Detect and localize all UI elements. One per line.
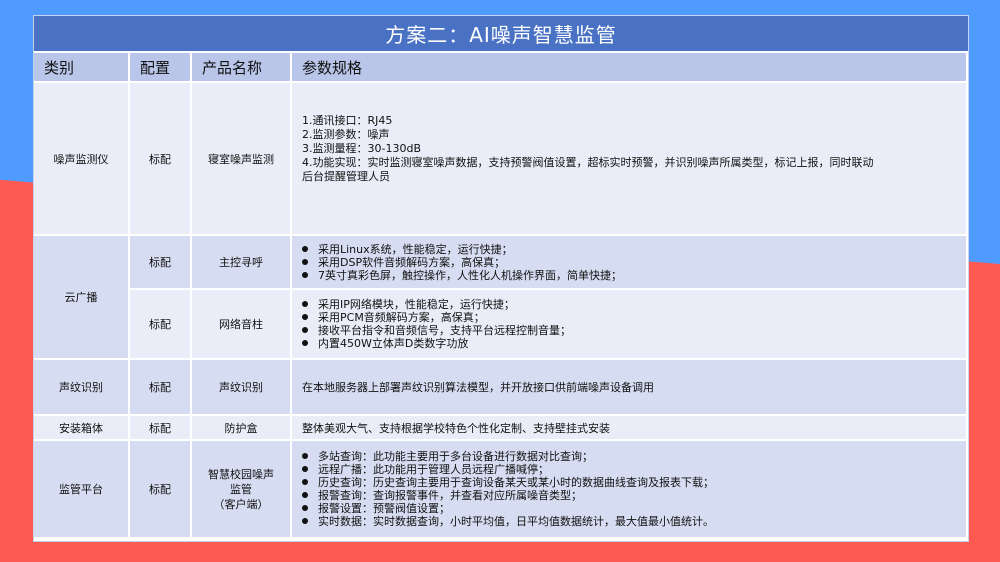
cell-category: 监管平台 xyxy=(34,440,130,539)
header-spec: 参数规格 xyxy=(291,53,968,83)
list-item: 实时数据：实时数据查询，小时平均值，日平均值数据统计，最大值最小值统计。 xyxy=(298,515,960,528)
table-row-platform: 监管平台 标配 智慧校园噪声 监管 （客户端） 多站查询：此功能主要用于多台设备… xyxy=(34,440,968,539)
cell-product: 智慧校园噪声 监管 （客户端） xyxy=(191,440,292,539)
cell-product: 寝室噪声监测 xyxy=(191,82,292,236)
cell-config: 标配 xyxy=(129,415,192,441)
table-row-voiceprint: 声纹识别 标配 声纹识别 在本地服务器上部署声纹识别算法模型，并开放接口供前端噪… xyxy=(34,359,968,416)
table-row-cloud-1: 云广播 标配 主控寻呼 采用Linux系统，性能稳定，运行快捷； 采用DSP软件… xyxy=(34,235,968,360)
cell-category: 声纹识别 xyxy=(34,359,130,416)
header-product: 产品名称 xyxy=(191,53,292,83)
cell-product: 声纹识别 xyxy=(191,359,292,416)
list-item: 接收平台指令和音频信号，支持平台远程控制音量； xyxy=(298,324,960,337)
cell-product: 网络音柱 xyxy=(191,289,292,360)
cell-product: 防护盒 xyxy=(191,415,292,441)
cell-category: 安装箱体 xyxy=(34,415,130,441)
cell-category: 噪声监测仪 xyxy=(34,82,130,236)
product-name-line: 监管 xyxy=(230,482,252,496)
header-category: 类别 xyxy=(34,53,130,83)
cell-config: 标配 xyxy=(129,289,192,360)
spec-card: 方案二：AI噪声智慧监管 类别 配置 产品名称 参数规格 噪声监测仪 标配 寝室… xyxy=(33,15,969,542)
page-title: 方案二：AI噪声智慧监管 xyxy=(34,16,968,53)
list-item: 报警查询：查询报警事件，并查看对应所属噪音类型； xyxy=(298,489,960,502)
spec-line: 后台提醒管理人员 xyxy=(302,169,390,183)
list-item: 采用PCM音频解码方案，高保真； xyxy=(298,311,960,324)
list-item: 多站查询：此功能主要用于多台设备进行数据对比查询； xyxy=(298,450,960,463)
spec-line: 2.监测参数：噪声 xyxy=(302,127,390,141)
spec-line: 1.通讯接口：RJ45 xyxy=(302,113,393,127)
list-item: 7英寸真彩色屏，触控操作，人性化人机操作界面，简单快捷； xyxy=(298,269,960,282)
cell-config: 标配 xyxy=(129,235,192,290)
spec-line: 3.监测量程：30-130dB xyxy=(302,141,421,155)
list-item: 内置450W立体声D类数字功放 xyxy=(298,337,960,350)
list-item: 远程广播：此功能用于管理人员远程广播喊停； xyxy=(298,463,960,476)
list-item: 采用DSP软件音频解码方案，高保真； xyxy=(298,256,960,269)
cell-spec: 在本地服务器上部署声纹识别算法模型，并开放接口供前端噪声设备调用 xyxy=(291,359,968,416)
header-config: 配置 xyxy=(129,53,192,83)
cell-config: 标配 xyxy=(129,440,192,539)
cell-spec: 1.通讯接口：RJ45 2.监测参数：噪声 3.监测量程：30-130dB 4.… xyxy=(291,82,968,236)
spec-table: 类别 配置 产品名称 参数规格 噪声监测仪 标配 寝室噪声监测 1.通讯接口：R… xyxy=(34,53,968,539)
cell-config: 标配 xyxy=(129,82,192,236)
cell-spec: 采用IP网络模块，性能稳定，运行快捷； 采用PCM音频解码方案，高保真； 接收平… xyxy=(291,289,968,360)
table-row-box: 安装箱体 标配 防护盒 整体美观大气、支持根据学校特色个性化定制、支持壁挂式安装 xyxy=(34,415,968,441)
product-name-line: （客户端） xyxy=(213,497,269,511)
list-item: 采用IP网络模块，性能稳定，运行快捷； xyxy=(298,298,960,311)
product-name-line: 智慧校园噪声 xyxy=(208,467,274,481)
table-row-noise: 噪声监测仪 标配 寝室噪声监测 1.通讯接口：RJ45 2.监测参数：噪声 3.… xyxy=(34,82,968,236)
cell-config: 标配 xyxy=(129,359,192,416)
cell-spec: 多站查询：此功能主要用于多台设备进行数据对比查询； 远程广播：此功能用于管理人员… xyxy=(291,440,968,539)
list-item: 采用Linux系统，性能稳定，运行快捷； xyxy=(298,243,960,256)
cell-product: 主控寻呼 xyxy=(191,235,292,290)
spec-line: 4.功能实现：实时监测寝室噪声数据，支持预警阀值设置，超标实时预警，并识别噪声所… xyxy=(302,155,874,169)
table-header-row: 类别 配置 产品名称 参数规格 xyxy=(34,53,968,83)
cell-spec: 采用Linux系统，性能稳定，运行快捷； 采用DSP软件音频解码方案，高保真； … xyxy=(291,235,968,290)
list-item: 历史查询：历史查询主要用于查询设备某天或某小时的数据曲线查询及报表下载； xyxy=(298,476,960,489)
cell-category: 云广播 xyxy=(34,235,130,360)
list-item: 报警设置：预警阀值设置； xyxy=(298,502,960,515)
cell-spec: 整体美观大气、支持根据学校特色个性化定制、支持壁挂式安装 xyxy=(291,415,968,441)
table-row-cloud-2: 标配 网络音柱 采用IP网络模块，性能稳定，运行快捷； 采用PCM音频解码方案，… xyxy=(34,289,968,360)
